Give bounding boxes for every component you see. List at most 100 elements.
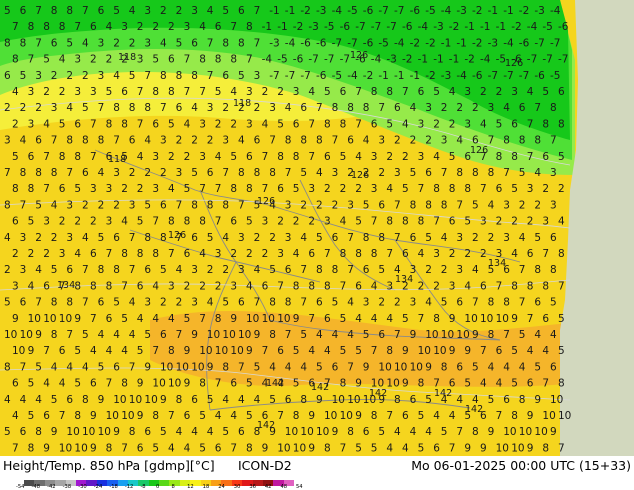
temperature-value: 6 xyxy=(59,183,66,195)
temperature-value: 8 xyxy=(199,54,206,66)
temperature-value: 6 xyxy=(59,345,66,357)
temperature-value: 8 xyxy=(347,426,354,438)
temperature-value: 2 xyxy=(425,264,432,276)
temperature-value: 8 xyxy=(340,248,347,260)
temperature-value: 3 xyxy=(511,86,518,98)
temperature-value: 8 xyxy=(332,102,339,114)
temperature-value: 8 xyxy=(90,280,97,292)
isoline-label: 118 xyxy=(118,52,136,63)
temperature-value: 8 xyxy=(12,54,19,66)
temperature-value: -7 xyxy=(542,54,552,66)
temperature-value: 8 xyxy=(51,5,58,17)
temperature-value: 5 xyxy=(418,410,425,422)
temperature-value: 10 xyxy=(534,426,547,438)
temperature-value: -1 xyxy=(433,54,443,66)
temperature-value: 5 xyxy=(511,378,518,390)
isoline-label: 118 xyxy=(233,98,251,109)
temperature-value: 10 xyxy=(28,313,41,325)
temperature-value: 4 xyxy=(347,297,354,309)
temperature-value: 7 xyxy=(66,167,73,179)
temperature-value: 6 xyxy=(238,426,245,438)
temperature-value: 6 xyxy=(246,151,253,163)
temperature-value: 7 xyxy=(82,5,89,17)
temperature-value: 8 xyxy=(59,151,66,163)
temperature-value: 4 xyxy=(519,232,526,244)
temperature-value: -2 xyxy=(449,21,459,33)
temperature-value: 5 xyxy=(496,118,503,130)
temperature-value: 2 xyxy=(324,183,331,195)
temperature-value: 2 xyxy=(113,199,120,211)
temperature-value: 7 xyxy=(527,313,534,325)
temperature-value: 4 xyxy=(542,345,549,357)
weather-map-view: 5 6 7 8 8 7 6 5 4 3 2 2 3 4 5 6 7 -1 -1 -2 -3 -4 -5 -6 -7 -7 -6 -5-… xyxy=(0,0,634,490)
temperature-value: 8 xyxy=(199,378,206,390)
temperature-value: 5 xyxy=(519,329,526,341)
temperature-value: 8 xyxy=(121,378,128,390)
temperature-value: 3 xyxy=(456,264,463,276)
temperature-value: -1 xyxy=(394,70,404,82)
temperature-value: 7 xyxy=(534,102,541,114)
temperature-value: -6 xyxy=(519,37,530,49)
temperature-value: 8 xyxy=(433,183,440,195)
temperature-value: 2 xyxy=(402,151,409,163)
temperature-value: 5 xyxy=(418,442,425,454)
temperature-value: 4 xyxy=(340,216,347,228)
temperature-value: 8 xyxy=(82,135,89,147)
temperature-value: 5 xyxy=(246,410,253,422)
temperature-value: 6 xyxy=(285,264,292,276)
temperature-value: 6 xyxy=(410,394,417,406)
temperature-value: 4 xyxy=(215,410,222,422)
temperature-value: 8 xyxy=(113,264,120,276)
temperature-value: 6 xyxy=(496,345,503,357)
temperature-value: 5 xyxy=(254,361,261,373)
temperature-value: 5 xyxy=(340,345,347,357)
temperature-value: 10 xyxy=(222,329,235,341)
temperature-value: 7 xyxy=(82,264,89,276)
temperature-value: 4 xyxy=(35,264,42,276)
temperature-value: 6 xyxy=(90,21,97,33)
temperature-value: -6 xyxy=(363,5,374,17)
temperature-value: -7 xyxy=(394,5,404,17)
temperature-value: 3 xyxy=(207,102,214,114)
temperature-value: 9 xyxy=(144,361,151,373)
temperature-value: 8 xyxy=(28,21,35,33)
temperature-value: 6 xyxy=(433,442,440,454)
temperature-value: 8 xyxy=(137,248,144,260)
temperature-value: -4 xyxy=(332,5,343,17)
temperature-value: -1 xyxy=(285,5,295,17)
temperature-value: 9 xyxy=(184,378,191,390)
temperature-value: 6 xyxy=(184,410,191,422)
temperature-value: 3 xyxy=(230,280,237,292)
temperature-value: 2 xyxy=(184,151,191,163)
temperature-value: 8 xyxy=(402,216,409,228)
temperature-value: 3 xyxy=(106,183,113,195)
temperature-value: 3 xyxy=(168,280,175,292)
temperature-value: 2 xyxy=(168,21,175,33)
temperature-value: 9 xyxy=(90,410,97,422)
temperature-value: 3 xyxy=(410,297,417,309)
temperature-value: -6 xyxy=(410,5,421,17)
temperature-value: 4 xyxy=(433,151,440,163)
temperature-value: 4 xyxy=(410,426,417,438)
temperature-value: 10 xyxy=(277,313,290,325)
isoline-label: 118 xyxy=(108,154,126,165)
temperature-value: 5 xyxy=(558,313,565,325)
temperature-value: 9 xyxy=(293,313,300,325)
temperature-value: 2 xyxy=(4,102,11,114)
temperature-value: 2 xyxy=(82,70,89,82)
temperature-value: 4 xyxy=(316,329,323,341)
temperature-value: -4 xyxy=(550,5,561,17)
temperature-value: 6 xyxy=(12,216,19,228)
temperature-value: 9 xyxy=(207,361,214,373)
temperature-value: 6 xyxy=(137,280,144,292)
temperature-value: 5 xyxy=(386,118,393,130)
temperature-value: 7 xyxy=(332,135,339,147)
isoline-label: 126 xyxy=(350,50,368,61)
temperature-value: 10 xyxy=(347,394,360,406)
temperature-value: 5 xyxy=(402,183,409,195)
temperature-value: 8 xyxy=(152,86,159,98)
temperature-value: 4 xyxy=(129,5,136,17)
temperature-value: 5 xyxy=(472,199,479,211)
temperature-value: 2 xyxy=(51,70,58,82)
map-area[interactable]: 5 6 7 8 8 7 6 5 4 3 2 2 3 4 5 6 7 -1 -1 -2 -3 -4 -5 -6 -7 -7 -6 -5-… xyxy=(0,0,634,456)
